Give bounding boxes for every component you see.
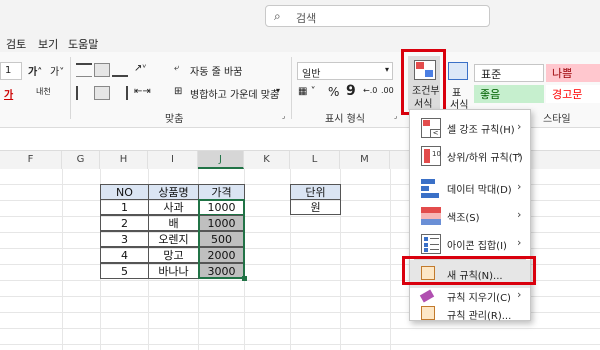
menu-item-color-scales[interactable]: 색조(S) › [410, 202, 530, 230]
group-separator [291, 57, 292, 119]
unit-table-cell[interactable]: 원 [290, 199, 341, 215]
menu-item-highlight-rules[interactable]: < 셀 강조 규칙(H) › [410, 114, 530, 142]
table-cell[interactable]: 사과 [148, 199, 199, 215]
table-cell[interactable]: 3 [100, 231, 149, 247]
menu-item-label: 상위/하위 규칙(T) [447, 153, 523, 164]
menu-item-icon-sets[interactable]: 아이콘 집합(I) › [410, 230, 530, 258]
table-header[interactable]: NO [100, 184, 149, 200]
data-bars-icon [421, 178, 441, 198]
column-header-I[interactable]: I [148, 151, 198, 169]
menu-item-label: 색조(S) [447, 213, 480, 224]
table-header[interactable]: 상품명 [148, 184, 199, 200]
style-bad[interactable]: 나쁨 [546, 64, 600, 82]
color-scales-icon [421, 206, 441, 226]
dialog-launcher-icon[interactable]: ⌟ [282, 112, 285, 120]
font-color-icon[interactable]: 가 [4, 86, 13, 101]
menu-item-label: 아이콘 집합(I) [447, 241, 507, 252]
highlight-rules-icon: < [421, 118, 441, 138]
merge-center-button[interactable]: 병합하고 가운데 맞춤 [190, 86, 279, 101]
indent-icon[interactable]: ⇤⇥ [134, 86, 151, 97]
search-box[interactable]: ⌕ 검색 [265, 5, 490, 27]
orientation-icon[interactable]: ↗ᵛ [134, 63, 147, 74]
decrease-decimal-icon[interactable]: .00 [381, 86, 394, 95]
number-format-combo[interactable]: 일반 ▾ [297, 62, 393, 80]
table-header[interactable]: 가격 [198, 184, 245, 200]
table-cell[interactable]: 망고 [148, 247, 199, 263]
merge-dropdown-icon[interactable]: ▾ [276, 86, 280, 95]
column-header-L[interactable]: L [290, 151, 340, 169]
dialog-launcher-icon[interactable]: ⌟ [394, 112, 397, 120]
chevron-down-icon: ▾ [384, 65, 389, 74]
fill-handle[interactable] [242, 276, 247, 281]
table-cell[interactable]: 1 [100, 199, 149, 215]
font-size-combo[interactable]: 1 [0, 62, 22, 80]
column-header-F[interactable]: F [0, 151, 62, 169]
conditional-format-menu: < 셀 강조 규칙(H) › 10 상위/하위 규칙(T) › 데이터 막대(D… [409, 109, 531, 322]
align-bottom-icon[interactable] [112, 63, 128, 77]
percent-icon[interactable]: % [328, 85, 339, 99]
grow-font-icon[interactable]: 가˄ [28, 63, 42, 78]
comma-icon[interactable]: 9 [346, 83, 356, 99]
group-label-styles: 스타일 [543, 114, 571, 125]
top-bottom-rules-icon: 10 [421, 146, 441, 166]
group-label-alignment: 맞춤 [165, 114, 184, 125]
menu-item-label: 데이터 막대(D) [447, 185, 512, 196]
table-cell[interactable]: 오렌지 [148, 231, 199, 247]
tab-help[interactable]: 도움말 [68, 36, 98, 52]
chevron-right-icon: › [517, 180, 522, 193]
align-center-icon[interactable] [94, 86, 110, 100]
highlight-box-conditional-format [401, 49, 446, 115]
accounting-icon[interactable]: ▦ ˅ [298, 86, 316, 97]
table-cell[interactable]: 2 [100, 215, 149, 231]
align-top-icon[interactable] [76, 63, 92, 77]
format-as-table-icon[interactable] [448, 62, 468, 80]
chevron-right-icon: › [517, 208, 522, 221]
table-cell[interactable]: 4 [100, 247, 149, 263]
style-good[interactable]: 좋음 [474, 85, 544, 103]
group-label-number: 표시 형식 [325, 114, 365, 125]
group-separator [70, 57, 71, 119]
column-header-H[interactable]: H [100, 151, 148, 169]
align-left-icon[interactable] [76, 86, 92, 100]
phonetic-icon[interactable]: 내천 [36, 86, 51, 97]
align-middle-icon[interactable] [94, 63, 110, 77]
chevron-right-icon: › [517, 148, 522, 161]
icon-sets-icon [421, 234, 441, 254]
unit-table-header[interactable]: 단위 [290, 184, 341, 200]
increase-decimal-icon[interactable]: ←.0 [363, 86, 377, 95]
chevron-right-icon: › [517, 236, 522, 249]
column-header-G[interactable]: G [62, 151, 100, 169]
number-format-value: 일반 [302, 69, 321, 80]
style-normal[interactable]: 표준 [474, 64, 544, 82]
manage-rules-icon [421, 306, 435, 320]
tab-review[interactable]: 검토 [6, 36, 26, 52]
menu-item-data-bars[interactable]: 데이터 막대(D) › [410, 174, 530, 202]
selection-outline [198, 199, 245, 279]
menu-item-top-bottom-rules[interactable]: 10 상위/하위 규칙(T) › [410, 142, 530, 170]
column-header-M[interactable]: M [340, 151, 390, 169]
highlight-box-new-rule [402, 256, 536, 285]
column-header-J[interactable]: J [198, 151, 244, 169]
table-cell[interactable]: 배 [148, 215, 199, 231]
search-placeholder: 검색 [296, 12, 317, 25]
chevron-right-icon: › [517, 120, 522, 133]
table-cell[interactable]: 5 [100, 263, 149, 279]
table-cell[interactable]: 바나나 [148, 263, 199, 279]
menu-item-label: 셀 강조 규칙(H) [447, 125, 515, 136]
style-warning[interactable]: 경고문 [546, 85, 600, 103]
tab-view[interactable]: 보기 [38, 36, 58, 52]
search-icon: ⌕ [274, 9, 281, 23]
menu-item-label: 규칙 관리(R)... [447, 311, 512, 322]
align-right-icon[interactable] [112, 86, 128, 100]
menu-item-manage-rules[interactable]: 규칙 관리(R)... [410, 300, 530, 328]
ribbon-tabs: 검토 보기 도움말 [0, 30, 600, 52]
wrap-text-icon: ⤶ [174, 63, 180, 73]
merge-icon: ⊞ [174, 86, 183, 97]
shrink-font-icon[interactable]: 가˅ [50, 63, 64, 78]
column-header-K[interactable]: K [244, 151, 290, 169]
wrap-text-button[interactable]: 자동 줄 바꿈 [190, 63, 242, 78]
font-size-value: 1 [5, 65, 12, 76]
